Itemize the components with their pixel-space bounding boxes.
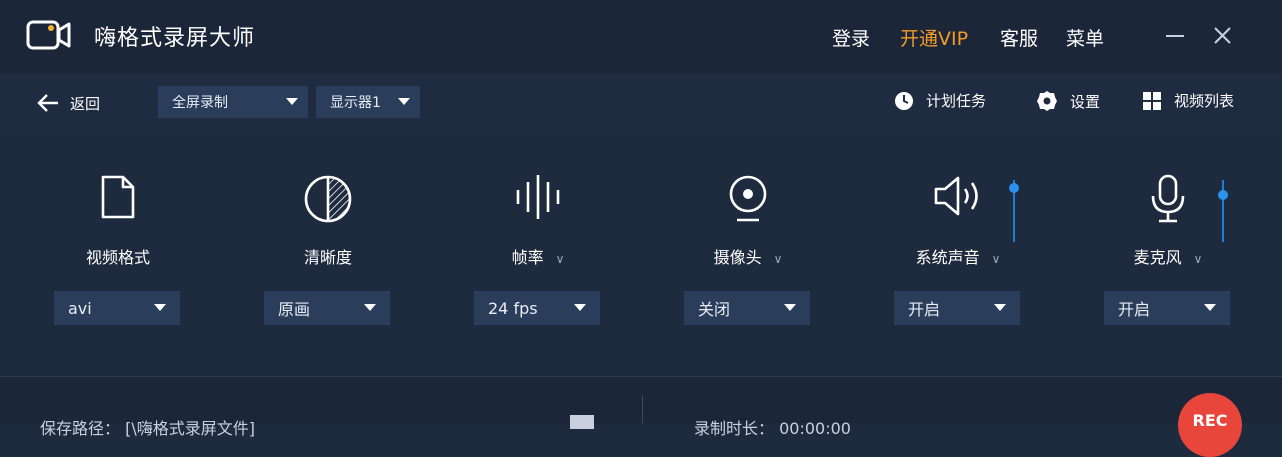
camera-label: 摄像头 ∨ bbox=[713, 248, 783, 267]
caret-down-icon bbox=[574, 304, 586, 311]
save-path: 保存路径： [\嗨格式录屏文件] bbox=[40, 419, 255, 438]
system-sound-select[interactable]: 开启 bbox=[894, 291, 1020, 325]
bottom-bar: 保存路径： [\嗨格式录屏文件] 录制时长： 00:00:00 REC bbox=[0, 376, 1282, 457]
login-link[interactable]: 登录 bbox=[832, 24, 870, 51]
microphone-icon bbox=[1151, 174, 1185, 223]
app-logo-icon bbox=[26, 20, 71, 50]
option-frame-rate: 帧率 ∨ 24 fps bbox=[448, 134, 628, 370]
caret-down-icon bbox=[1204, 304, 1216, 311]
schedule-button[interactable]: 计划任务 bbox=[894, 90, 986, 111]
frame-rate-label: 帧率 ∨ bbox=[511, 248, 565, 267]
chevron-down-icon[interactable]: ∨ bbox=[556, 252, 565, 266]
grid-icon bbox=[1143, 91, 1161, 110]
record-mode-select[interactable]: 全屏录制 bbox=[158, 86, 308, 118]
app-title: 嗨格式录屏大师 bbox=[94, 26, 256, 51]
menu-link[interactable]: 菜单 bbox=[1066, 24, 1104, 51]
frame-rate-select[interactable]: 24 fps bbox=[474, 291, 600, 325]
toolbar: 返回 全屏录制 显示器1 计划任务 设置 视频列表 bbox=[0, 74, 1282, 134]
caret-down-icon bbox=[364, 304, 376, 311]
caret-down-icon bbox=[398, 98, 410, 105]
monitor-select[interactable]: 显示器1 bbox=[316, 86, 420, 118]
gear-icon bbox=[1037, 91, 1057, 111]
settings-label: 设置 bbox=[1070, 92, 1101, 111]
microphone-value: 开启 bbox=[1118, 300, 1151, 319]
system-volume-slider[interactable] bbox=[1009, 180, 1019, 242]
close-icon[interactable] bbox=[1206, 18, 1240, 52]
minimize-icon[interactable] bbox=[1158, 18, 1192, 52]
arrow-left-icon bbox=[37, 94, 58, 112]
video-format-value: avi bbox=[68, 298, 92, 318]
monitor-value: 显示器1 bbox=[330, 95, 381, 111]
caret-down-icon bbox=[154, 304, 166, 311]
webcam-icon bbox=[729, 175, 767, 222]
back-label: 返回 bbox=[70, 94, 101, 113]
folder-icon[interactable] bbox=[570, 415, 594, 429]
vip-link[interactable]: 开通VIP bbox=[900, 24, 968, 51]
system-sound-value: 开启 bbox=[908, 300, 941, 319]
caret-down-icon bbox=[784, 304, 796, 311]
option-microphone: 麦克风 ∨ 开启 bbox=[1078, 134, 1258, 370]
system-sound-label: 系统声音 ∨ bbox=[915, 248, 1001, 267]
video-format-label: 视频格式 bbox=[85, 248, 150, 267]
caret-down-icon bbox=[286, 98, 298, 105]
record-mode-value: 全屏录制 bbox=[172, 95, 228, 111]
video-list-button[interactable]: 视频列表 bbox=[1142, 90, 1234, 111]
option-system-sound: 系统声音 ∨ 开启 bbox=[868, 134, 1048, 370]
speaker-icon bbox=[934, 176, 978, 216]
option-video-format: 视频格式 avi bbox=[28, 134, 208, 370]
rec-button[interactable]: REC bbox=[1178, 393, 1242, 457]
service-link[interactable]: 客服 bbox=[1000, 24, 1038, 51]
camera-value: 关闭 bbox=[698, 300, 731, 319]
microphone-select[interactable]: 开启 bbox=[1104, 291, 1230, 325]
caret-down-icon bbox=[994, 304, 1006, 311]
microphone-volume-slider[interactable] bbox=[1218, 180, 1228, 242]
option-camera: 摄像头 ∨ 关闭 bbox=[658, 134, 838, 370]
volume-knob[interactable] bbox=[1009, 183, 1019, 193]
divider bbox=[642, 395, 643, 423]
waveform-icon bbox=[516, 175, 560, 219]
frame-rate-value: 24 fps bbox=[488, 298, 538, 318]
chevron-down-icon[interactable]: ∨ bbox=[992, 252, 1001, 266]
clock-icon bbox=[895, 91, 913, 110]
record-duration: 录制时长： 00:00:00 bbox=[694, 419, 851, 438]
back-button[interactable]: 返回 bbox=[36, 88, 100, 118]
camera-select[interactable]: 关闭 bbox=[684, 291, 810, 325]
title-bar: 嗨格式录屏大师 登录 开通VIP 客服 菜单 bbox=[0, 0, 1282, 74]
settings-button[interactable]: 设置 bbox=[1036, 90, 1100, 112]
quality-select[interactable]: 原画 bbox=[264, 291, 390, 325]
schedule-label: 计划任务 bbox=[926, 92, 987, 110]
chevron-down-icon[interactable]: ∨ bbox=[1194, 252, 1203, 266]
video-list-label: 视频列表 bbox=[1174, 92, 1235, 110]
quality-value: 原画 bbox=[278, 300, 311, 319]
quality-label: 清晰度 bbox=[303, 248, 352, 267]
contrast-icon bbox=[304, 175, 352, 223]
file-icon bbox=[101, 175, 135, 219]
volume-knob[interactable] bbox=[1218, 190, 1228, 200]
option-quality: 清晰度 原画 bbox=[238, 134, 418, 370]
chevron-down-icon[interactable]: ∨ bbox=[774, 252, 783, 266]
video-format-select[interactable]: avi bbox=[54, 291, 180, 325]
microphone-label: 麦克风 ∨ bbox=[1133, 248, 1203, 267]
